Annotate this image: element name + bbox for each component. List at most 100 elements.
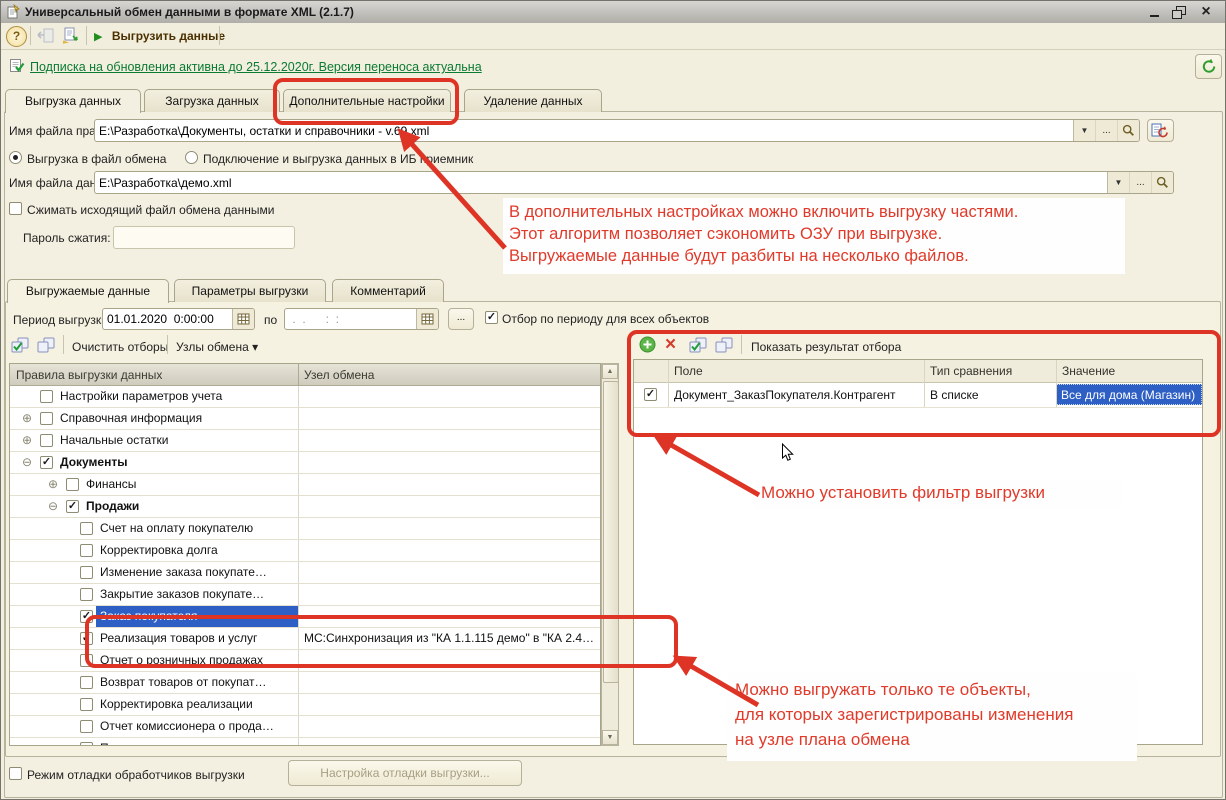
data-file-field[interactable]: ▼ ... — [94, 171, 1174, 194]
data-dropdown-button[interactable]: ▼ — [1108, 172, 1129, 193]
export-rules-tree[interactable]: Правила выгрузки данных Узел обмена Наст… — [9, 363, 601, 746]
column-header-rules[interactable]: Правила выгрузки данных — [16, 368, 162, 382]
delete-filter-button[interactable]: × — [665, 334, 676, 356]
export-data-button[interactable]: ▶ Выгрузить данные — [94, 29, 225, 43]
calendar-button[interactable] — [233, 309, 254, 329]
checkbox[interactable] — [80, 698, 93, 711]
scrollbar-thumb[interactable] — [603, 381, 619, 683]
checkbox[interactable] — [80, 742, 93, 745]
refresh-button[interactable] — [1195, 54, 1222, 79]
close-button[interactable]: × — [1195, 2, 1217, 21]
save-settings-button[interactable] — [61, 27, 81, 47]
column-header-comparison[interactable]: Тип сравнения — [930, 364, 1012, 378]
rules-dropdown-button[interactable]: ▼ — [1074, 120, 1095, 141]
add-filter-button[interactable] — [639, 336, 657, 357]
checkbox[interactable]: ✓ — [66, 500, 79, 513]
radio-export-to-file[interactable] — [9, 151, 22, 164]
checkbox[interactable] — [80, 654, 93, 667]
tree-row[interactable]: Закрытие заказов покупате… — [10, 584, 600, 606]
expand-plus-icon[interactable]: ⊕ — [22, 411, 32, 425]
tree-row[interactable]: План продаж — [10, 738, 600, 745]
tree-row[interactable]: ⊖ ✓ Документы — [10, 452, 600, 474]
checkbox[interactable] — [80, 522, 93, 535]
tab-udalenie-dannyh[interactable]: Удаление данных — [464, 89, 602, 112]
tab-kommentariy[interactable]: Комментарий — [332, 279, 444, 302]
checkbox[interactable] — [40, 390, 53, 403]
checkbox[interactable]: ✓ — [80, 632, 93, 645]
tree-row[interactable]: Настройки параметров учета — [10, 386, 600, 408]
expand-minus-icon[interactable]: ⊖ — [22, 455, 32, 469]
expand-minus-icon[interactable]: ⊖ — [48, 499, 58, 513]
title-bar[interactable]: Универсальный обмен данными в формате XM… — [1, 1, 1225, 24]
tree-row[interactable]: ⊕ Справочная информация — [10, 408, 600, 430]
tree-row[interactable]: Возврат товаров от покупат… — [10, 672, 600, 694]
rules-browse-button[interactable]: ... — [1095, 120, 1117, 141]
tree-row[interactable]: ⊖ ✓ Продажи — [10, 496, 600, 518]
load-settings-button[interactable] — [36, 27, 56, 47]
tree-row[interactable]: Счет на оплату покупателю — [10, 518, 600, 540]
uncheck-all-button[interactable] — [37, 337, 56, 357]
checkbox[interactable] — [80, 676, 93, 689]
tab-zagruzka-dannyh[interactable]: Загрузка данных — [144, 89, 280, 112]
scroll-up-button[interactable]: ▲ — [602, 364, 618, 379]
tab-vygruzhaemye-dannye[interactable]: Выгружаемые данные — [7, 279, 169, 303]
expand-plus-icon[interactable]: ⊕ — [48, 477, 58, 491]
tab-dopolnitelnye-nastroyki[interactable]: Дополнительные настройки — [283, 89, 451, 112]
rules-file-field[interactable]: ▼ ... — [94, 119, 1140, 142]
checkbox[interactable]: ✓ — [80, 610, 93, 623]
period-filter-checkbox[interactable]: ✓ — [485, 311, 498, 324]
period-from-input[interactable] — [103, 309, 232, 329]
checkbox[interactable] — [80, 566, 93, 579]
tab-parametry-vygruzki[interactable]: Параметры выгрузки — [174, 279, 326, 302]
tree-row[interactable]: Корректировка долга — [10, 540, 600, 562]
tree-row[interactable]: Корректировка реализации — [10, 694, 600, 716]
help-button[interactable]: ? — [6, 26, 27, 47]
tree-row[interactable]: Изменение заказа покупате… — [10, 562, 600, 584]
data-browse-button[interactable]: ... — [1129, 172, 1151, 193]
filter-value-cell[interactable]: Все для дома (Магазин) — [1056, 384, 1202, 405]
tree-row[interactable]: ⊕ Начальные остатки — [10, 430, 600, 452]
tree-row[interactable]: ⊕ Финансы — [10, 474, 600, 496]
period-to-input[interactable] — [285, 309, 416, 329]
checkbox[interactable] — [66, 478, 79, 491]
check-all-button[interactable] — [11, 337, 30, 357]
checkbox[interactable]: ✓ — [644, 388, 657, 401]
column-header-field[interactable]: Поле — [674, 364, 703, 378]
period-more-button[interactable]: ... — [448, 308, 474, 330]
checkbox[interactable] — [80, 588, 93, 601]
data-open-button[interactable] — [1151, 172, 1173, 193]
tree-row[interactable]: Отчет о розничных продажах — [10, 650, 600, 672]
checkbox[interactable] — [80, 544, 93, 557]
tab-vygruzka-dannyh[interactable]: Выгрузка данных — [5, 89, 141, 113]
period-from-field[interactable] — [102, 308, 255, 330]
exchange-nodes-button[interactable]: Узлы обмена ▾ — [176, 340, 258, 354]
rules-open-button[interactable] — [1117, 120, 1139, 141]
subscription-link[interactable]: Подписка на обновления активна до 25.12.… — [30, 60, 482, 74]
rules-file-input[interactable] — [95, 120, 1073, 141]
expand-plus-icon[interactable]: ⊕ — [22, 433, 32, 447]
tree-row[interactable]: ✓ Реализация товаров и услуг МС:Синхрони… — [10, 628, 600, 650]
reload-rules-button[interactable] — [1147, 119, 1174, 142]
calendar-button[interactable] — [417, 309, 438, 329]
data-file-input[interactable] — [95, 172, 1107, 193]
compress-checkbox[interactable] — [9, 202, 22, 215]
tree-scrollbar[interactable]: ▲ ▼ — [601, 363, 619, 746]
filter-table[interactable]: Поле Тип сравнения Значение ✓ Документ_З… — [633, 359, 1203, 745]
column-header-node[interactable]: Узел обмена — [304, 368, 374, 382]
tree-row-selected[interactable]: ✓ Заказ покупателя — [10, 606, 600, 628]
check-all-filters-button[interactable] — [689, 337, 708, 357]
scroll-down-button[interactable]: ▼ — [602, 730, 618, 745]
clear-filters-button[interactable]: Очистить отборы — [72, 340, 168, 354]
filter-row[interactable]: ✓ Документ_ЗаказПокупателя.Контрагент В … — [634, 383, 1202, 408]
minimize-button[interactable] — [1143, 2, 1165, 21]
period-to-field[interactable] — [284, 308, 439, 330]
column-header-value[interactable]: Значение — [1062, 364, 1115, 378]
checkbox[interactable] — [80, 720, 93, 733]
checkbox[interactable] — [40, 412, 53, 425]
checkbox[interactable]: ✓ — [40, 456, 53, 469]
debug-mode-checkbox[interactable] — [9, 767, 22, 780]
uncheck-all-filters-button[interactable] — [715, 337, 734, 357]
tree-row[interactable]: Отчет комиссионера о прода… — [10, 716, 600, 738]
restore-button[interactable] — [1167, 2, 1189, 21]
checkbox[interactable] — [40, 434, 53, 447]
